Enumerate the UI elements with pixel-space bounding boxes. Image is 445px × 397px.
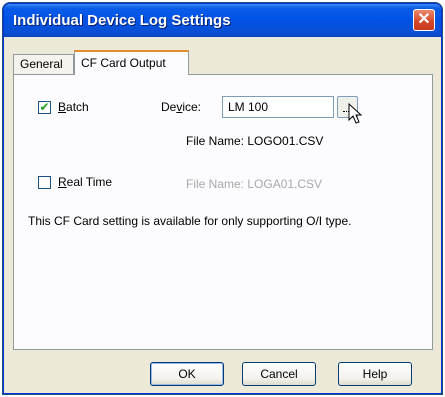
tab-general[interactable]: General: [13, 54, 74, 74]
batch-checkbox[interactable]: ✔: [38, 101, 51, 114]
title-bar[interactable]: Individual Device Log Settings ✕: [4, 4, 441, 37]
realtime-label: Real Time: [58, 175, 113, 189]
mouse-cursor-icon: [348, 103, 363, 124]
dialog-window: Individual Device Log Settings ✕ General…: [3, 3, 442, 394]
check-icon: ✔: [39, 100, 50, 114]
close-button[interactable]: ✕: [413, 9, 435, 31]
tab-cf-card-output[interactable]: CF Card Output: [74, 50, 189, 75]
info-text: This CF Card setting is available for on…: [28, 214, 352, 228]
tab-general-label: General: [20, 57, 63, 71]
close-icon: ✕: [417, 11, 431, 28]
help-button[interactable]: Help: [338, 362, 412, 386]
tab-panel: ✔ Batch Device: LM 100 File Name: LOGO01…: [13, 74, 433, 350]
device-label: Device:: [161, 100, 202, 114]
realtime-checkbox[interactable]: [38, 176, 51, 189]
tab-cf-card-output-label: CF Card Output: [81, 56, 166, 70]
cancel-button[interactable]: Cancel: [242, 362, 316, 386]
window-title: Individual Device Log Settings: [13, 12, 231, 29]
batch-file-name: File Name: LOGO01.CSV: [186, 134, 324, 148]
ok-button[interactable]: OK: [150, 362, 224, 386]
device-field[interactable]: LM 100: [222, 96, 334, 118]
realtime-file-name: File Name: LOGA01.CSV: [186, 177, 323, 191]
batch-label: Batch: [58, 100, 89, 114]
